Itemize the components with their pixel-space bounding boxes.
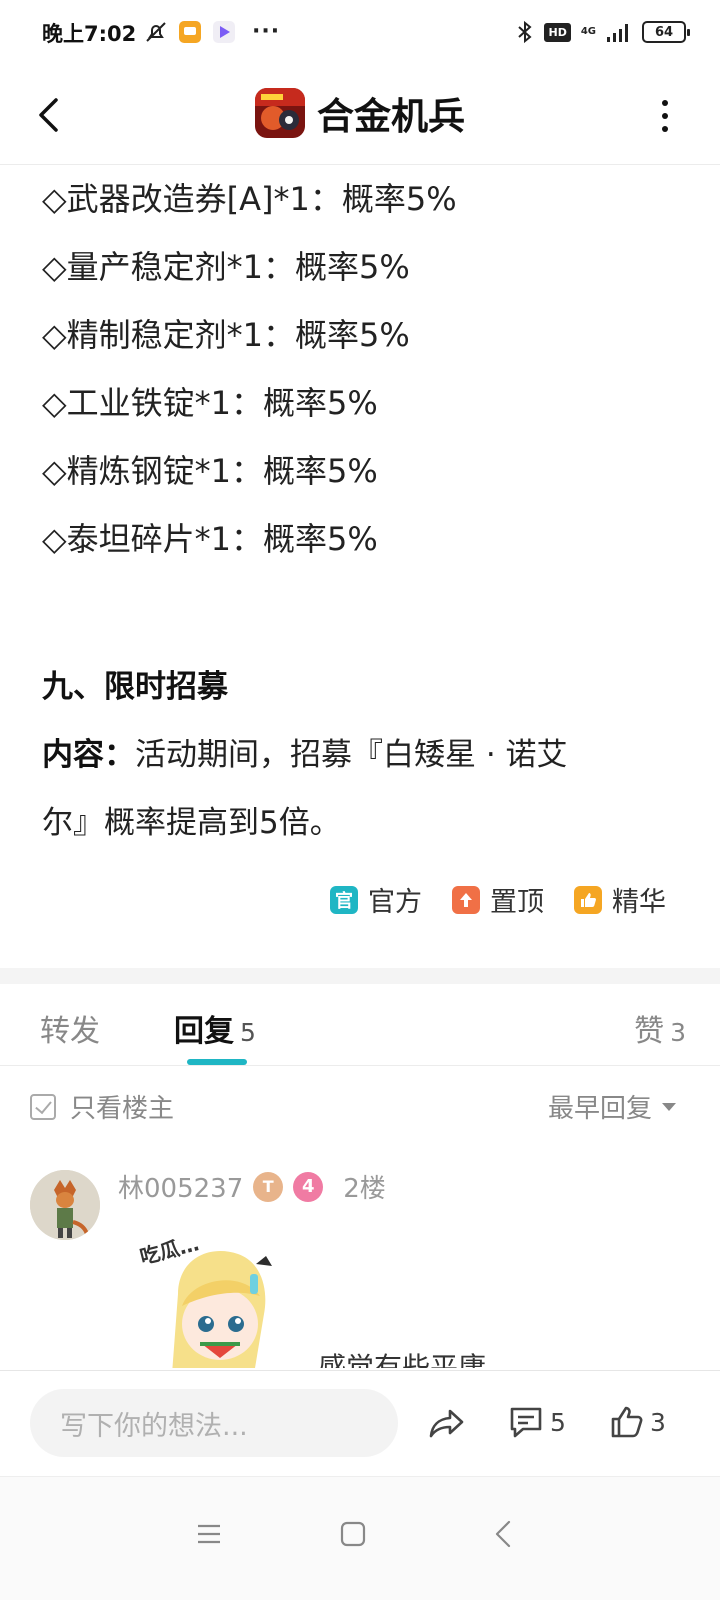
reward-line: ◇量产稳定剂*1：概率5% xyxy=(42,248,410,286)
comment-placeholder: 写下你的想法... xyxy=(60,1410,248,1442)
more-dot-icon xyxy=(662,126,668,132)
thumbs-up-icon xyxy=(574,885,602,914)
tab-label: 回复 xyxy=(174,1014,234,1049)
more-options-button[interactable] xyxy=(650,96,680,136)
section-content: 内容：活动期间，招募『白矮星 · 诺艾 xyxy=(42,721,682,789)
level-badge: 4 xyxy=(293,1171,324,1202)
active-tab-indicator xyxy=(187,1059,247,1065)
signal-icon xyxy=(607,24,628,42)
comment-icon xyxy=(510,1407,542,1438)
title-badge-icon: T xyxy=(253,1171,284,1202)
pin-top-icon xyxy=(452,885,480,914)
official-icon: 官 xyxy=(330,885,358,914)
tab-label: 转发 xyxy=(40,1014,100,1049)
reward-line: ◇精制稳定剂*1：概率5% xyxy=(42,316,410,354)
caret-down-icon xyxy=(662,1102,676,1111)
reply-item: 林005237 T 4 2楼 吃瓜… 感觉有些平庸 xyxy=(0,1148,720,1368)
status-notification-icons: ··· xyxy=(144,20,280,44)
tag-label: 精华 xyxy=(612,887,666,918)
reply-count: 5 xyxy=(240,1018,256,1047)
status-time: 晚上7:02 xyxy=(42,22,137,46)
recent-apps-button[interactable] xyxy=(184,1509,234,1559)
tab-forward[interactable]: 转发 xyxy=(40,1006,100,1050)
status-bar: 晚上7:02 ··· HD 4G 64 xyxy=(0,0,720,70)
like-button[interactable]: 3 xyxy=(610,1405,666,1439)
reward-line: ◇精炼钢锭*1：概率5% xyxy=(42,452,378,490)
sort-dropdown[interactable]: 最早回复 xyxy=(548,1088,676,1125)
sort-label: 最早回复 xyxy=(547,1094,652,1124)
tag-label: 官方 xyxy=(368,887,422,918)
mute-bell-icon xyxy=(146,22,166,42)
tab-reply[interactable]: 回复 5 xyxy=(174,1006,256,1050)
bluetooth-icon xyxy=(518,20,533,44)
status-system-icons: HD 4G 64 xyxy=(516,20,690,44)
reward-line: ◇泰坦碎片*1：概率5% xyxy=(42,520,378,558)
owner-only-label: 只看楼主 xyxy=(70,1094,175,1124)
battery-icon: 64 xyxy=(642,21,690,43)
like-count: 3 xyxy=(670,1018,686,1047)
system-back-button[interactable] xyxy=(478,1509,528,1559)
reply-filter-bar: 只看楼主 最早回复 xyxy=(0,1066,720,1148)
more-dot-icon xyxy=(662,100,668,106)
network-type: 4G xyxy=(580,26,596,37)
reply-tabs: 转发 回复 5 赞3 xyxy=(0,984,720,1066)
content-text: 活动期间，招募『白矮星 · 诺艾 xyxy=(135,737,568,773)
content-label: 内容： xyxy=(42,737,135,773)
page-title: 合金机兵 xyxy=(317,95,465,138)
sticker-image[interactable]: 吃瓜… xyxy=(138,1224,288,1368)
post-content: ◇武器改造券[A]*1：概率5% ◇量产稳定剂*1：概率5% ◇精制稳定剂*1：… xyxy=(42,165,682,857)
home-square-icon xyxy=(340,1521,366,1547)
comment-bar: 写下你的想法... 5 3 xyxy=(0,1370,720,1476)
back-chevron-icon xyxy=(495,1520,511,1548)
username[interactable]: 林005237 xyxy=(118,1168,243,1205)
tab-like[interactable]: 赞3 xyxy=(634,1006,686,1050)
system-nav-bar xyxy=(0,1476,720,1600)
more-notifications-icon: ··· xyxy=(252,19,281,44)
tab-label: 赞 xyxy=(634,1014,665,1049)
comment-count: 5 xyxy=(550,1407,566,1437)
reply-text: 感觉有些平庸 xyxy=(318,1351,487,1368)
like-count: 3 xyxy=(650,1407,666,1437)
comment-input[interactable]: 写下你的想法... xyxy=(30,1389,398,1457)
message-app-icon xyxy=(179,21,201,43)
tag-official: 官 官方 xyxy=(330,880,422,919)
share-icon xyxy=(429,1409,464,1438)
floor-number: 2楼 xyxy=(343,1174,386,1204)
battery-level: 64 xyxy=(654,24,674,40)
video-app-icon xyxy=(213,21,235,43)
tag-label: 置顶 xyxy=(490,887,544,918)
section-divider xyxy=(0,968,720,984)
reward-line: ◇武器改造券[A]*1：概率5% xyxy=(42,180,457,218)
home-button[interactable] xyxy=(328,1509,378,1559)
avatar[interactable] xyxy=(30,1170,100,1240)
tag-featured: 精华 xyxy=(574,880,666,919)
menu-icon xyxy=(198,1524,220,1544)
game-logo-icon xyxy=(255,88,305,138)
comment-button[interactable]: 5 xyxy=(508,1405,566,1439)
more-dot-icon xyxy=(662,113,668,119)
reply-author-line: 林005237 T 4 2楼 xyxy=(118,1168,386,1205)
reward-line: ◇工业铁锭*1：概率5% xyxy=(42,384,378,422)
owner-only-toggle[interactable]: 只看楼主 xyxy=(30,1088,174,1125)
post-tags: 官 官方 置顶 精华 xyxy=(330,880,666,919)
section-content-continued: 尔』概率提高到5倍。 xyxy=(42,805,341,841)
share-button[interactable] xyxy=(428,1405,466,1441)
hd-voice-icon: HD xyxy=(544,22,571,42)
checkbox-icon[interactable] xyxy=(30,1093,56,1120)
section-heading: 九、限时招募 xyxy=(42,669,228,705)
header-title-group[interactable]: 合金机兵 xyxy=(0,86,720,140)
thumbs-up-icon xyxy=(611,1406,643,1438)
app-header: 合金机兵 xyxy=(0,70,720,165)
tag-pinned: 置顶 xyxy=(452,880,544,919)
